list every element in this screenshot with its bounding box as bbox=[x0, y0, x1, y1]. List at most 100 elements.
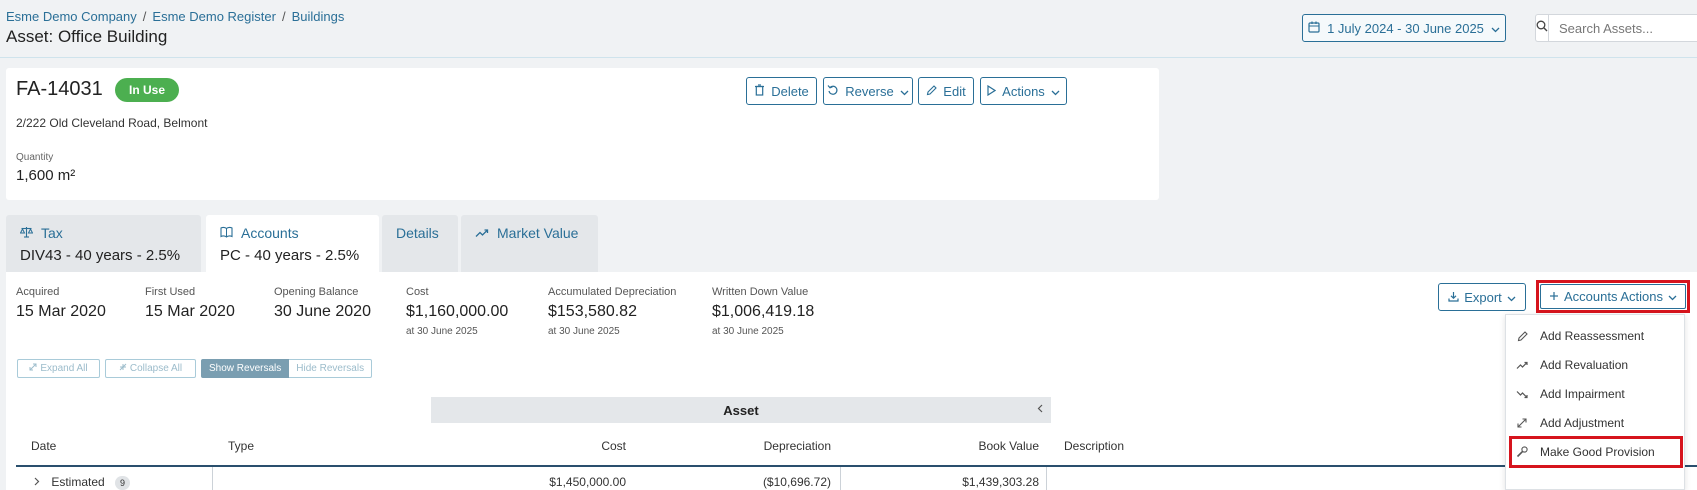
expand-all-button[interactable]: Expand All bbox=[17, 359, 100, 378]
group-header-label: Asset bbox=[723, 402, 759, 418]
row-date: Estimated bbox=[51, 475, 105, 489]
wrench-icon bbox=[1516, 446, 1528, 458]
stat-note: at 30 June 2025 bbox=[406, 326, 478, 337]
tab-accounts-method: PC - 40 years - 2.5% bbox=[220, 247, 360, 264]
asset-summary-card: FA-14031 In Use 2/222 Old Cleveland Road… bbox=[6, 68, 1159, 200]
column-header-date[interactable]: Date bbox=[31, 439, 56, 453]
tab-accounts-label: Accounts bbox=[241, 225, 299, 241]
stat-label: First Used bbox=[145, 286, 196, 298]
stat-value: $1,006,419.18 bbox=[712, 303, 815, 320]
actions-label: Actions bbox=[1002, 83, 1045, 99]
column-header-cost[interactable]: Cost bbox=[506, 439, 626, 453]
breadcrumb-register-link[interactable]: Esme Demo Register bbox=[152, 9, 276, 24]
menu-item-add-adjustment[interactable]: Add Adjustment bbox=[1506, 410, 1684, 436]
accounts-actions-menu: Add Reassessment Add Revaluation Add Imp… bbox=[1505, 314, 1685, 490]
reverse-label: Reverse bbox=[845, 83, 894, 99]
chevron-down-icon bbox=[1051, 84, 1060, 99]
row-book-value: $1,439,303.28 bbox=[962, 475, 1039, 489]
menu-item-label: Add Adjustment bbox=[1540, 416, 1625, 430]
stat-acquired: Acquired 15 Mar 2020 bbox=[16, 286, 106, 321]
chevron-right-icon[interactable] bbox=[34, 475, 43, 489]
breadcrumb-buildings-link[interactable]: Buildings bbox=[292, 9, 345, 24]
menu-item-make-good-provision[interactable]: Make Good Provision bbox=[1509, 436, 1683, 468]
edit-button[interactable]: Edit bbox=[918, 77, 974, 105]
status-badge: In Use bbox=[115, 78, 180, 102]
stat-note: at 30 June 2025 bbox=[712, 326, 784, 337]
menu-item-add-reassessment[interactable]: Add Reassessment bbox=[1506, 323, 1684, 349]
expand-icon bbox=[29, 363, 37, 374]
stat-cost: Cost $1,160,000.00 at 30 June 2025 bbox=[406, 286, 508, 337]
search-box bbox=[1535, 14, 1697, 42]
column-header-depreciation[interactable]: Depreciation bbox=[706, 439, 831, 453]
reversals-toggle: Show Reversals Hide Reversals bbox=[201, 359, 373, 378]
breadcrumb: Esme Demo Company / Esme Demo Register /… bbox=[6, 9, 344, 24]
stat-first-used: First Used 15 Mar 2020 bbox=[145, 286, 235, 321]
tab-market-value-label: Market Value bbox=[497, 225, 579, 241]
trash-icon bbox=[754, 83, 765, 99]
edit-label: Edit bbox=[943, 83, 966, 99]
actions-button[interactable]: Actions bbox=[980, 77, 1067, 105]
scale-icon bbox=[19, 225, 34, 241]
book-icon bbox=[220, 225, 233, 241]
quantity-value: 1,600 m² bbox=[16, 167, 76, 184]
date-range-button[interactable]: 1 July 2024 - 30 June 2025 bbox=[1302, 14, 1506, 42]
chevron-down-icon bbox=[900, 84, 909, 99]
column-divider bbox=[212, 467, 213, 490]
delete-button[interactable]: Delete bbox=[746, 77, 817, 105]
search-button[interactable] bbox=[1535, 14, 1548, 42]
trend-down-icon bbox=[1516, 390, 1528, 399]
export-button[interactable]: Export bbox=[1438, 283, 1526, 311]
expand-arrows-icon bbox=[1516, 418, 1528, 428]
column-header-book-value[interactable]: Book Value bbox=[906, 439, 1040, 453]
accounts-actions-button[interactable]: Accounts Actions bbox=[1536, 280, 1690, 313]
collapse-icon bbox=[119, 363, 127, 374]
download-icon bbox=[1448, 290, 1459, 305]
table-header-divider bbox=[16, 465, 1697, 467]
menu-item-label: Add Revaluation bbox=[1540, 358, 1629, 372]
column-header-description[interactable]: Description bbox=[1064, 439, 1124, 453]
tab-details-label: Details bbox=[396, 225, 439, 241]
stat-value: 30 June 2020 bbox=[274, 303, 371, 320]
column-header-type[interactable]: Type bbox=[228, 439, 254, 453]
reverse-button[interactable]: Reverse bbox=[823, 77, 913, 105]
tab-details[interactable]: Details bbox=[382, 215, 458, 272]
table-row[interactable]: Estimated 9 bbox=[34, 475, 131, 490]
row-count-badge: 9 bbox=[115, 476, 131, 490]
stat-label: Written Down Value bbox=[712, 286, 809, 298]
menu-item-label: Add Reassessment bbox=[1540, 329, 1645, 343]
asset-group-header: Asset bbox=[431, 397, 1051, 423]
chevron-left-icon[interactable] bbox=[1037, 402, 1043, 416]
stat-label: Opening Balance bbox=[274, 286, 359, 298]
date-range-label: 1 July 2024 - 30 June 2025 bbox=[1327, 20, 1484, 36]
stat-opening-balance: Opening Balance 30 June 2020 bbox=[274, 286, 371, 321]
breadcrumb-separator: / bbox=[281, 9, 286, 24]
search-icon bbox=[1536, 19, 1548, 37]
menu-item-add-impairment[interactable]: Add Impairment bbox=[1506, 381, 1684, 407]
breadcrumb-company-link[interactable]: Esme Demo Company bbox=[6, 9, 137, 24]
quantity-label: Quantity bbox=[16, 152, 54, 163]
trend-up-icon bbox=[1516, 361, 1528, 370]
stat-note: at 30 June 2025 bbox=[548, 326, 620, 337]
collapse-all-label: Collapse All bbox=[129, 363, 183, 374]
column-divider bbox=[1046, 467, 1047, 490]
calendar-icon bbox=[1308, 21, 1320, 36]
asset-address: 2/222 Old Cleveland Road, Belmont bbox=[16, 116, 208, 130]
undo-icon bbox=[827, 84, 839, 99]
hide-reversals-button[interactable]: Hide Reversals bbox=[289, 359, 373, 378]
top-header: Esme Demo Company / Esme Demo Register /… bbox=[0, 0, 1697, 58]
tab-tax[interactable]: Tax DIV43 - 40 years - 2.5% bbox=[6, 215, 201, 272]
export-label: Export bbox=[1464, 289, 1502, 305]
stat-value: $153,580.82 bbox=[548, 303, 637, 320]
search-input[interactable] bbox=[1548, 14, 1697, 42]
show-reversals-button[interactable]: Show Reversals bbox=[201, 359, 290, 378]
row-cost: $1,450,000.00 bbox=[549, 475, 626, 489]
menu-item-label: Make Good Provision bbox=[1540, 445, 1655, 459]
menu-item-add-revaluation[interactable]: Add Revaluation bbox=[1506, 352, 1684, 378]
collapse-all-button[interactable]: Collapse All bbox=[105, 359, 196, 378]
chevron-down-icon bbox=[1507, 290, 1516, 305]
accounts-actions-border bbox=[1540, 284, 1686, 309]
tab-accounts[interactable]: Accounts PC - 40 years - 2.5% bbox=[206, 215, 379, 272]
tab-market-value[interactable]: Market Value bbox=[461, 215, 598, 272]
chevron-down-icon bbox=[1491, 21, 1500, 36]
asset-code: FA-14031 bbox=[16, 78, 103, 100]
